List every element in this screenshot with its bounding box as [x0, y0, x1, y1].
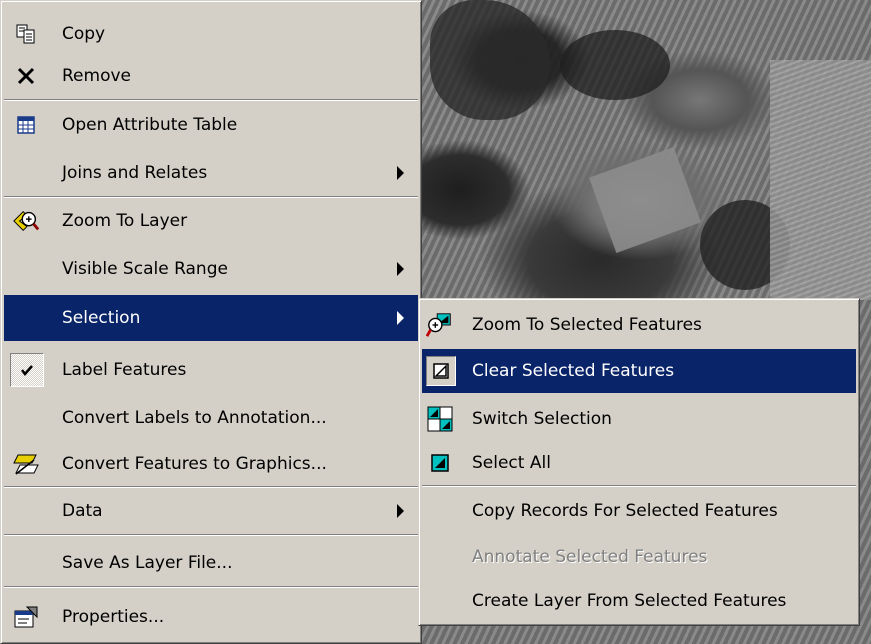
zoom-to-layer-icon — [12, 207, 40, 235]
menu-item-remove[interactable]: Remove — [4, 52, 418, 100]
menu-item-label: Zoom To Selected Features — [472, 315, 702, 335]
menu-item-label: Switch Selection — [472, 409, 612, 429]
menu-item-properties[interactable]: Properties... — [4, 593, 418, 641]
menu-item-label: Open Attribute Table — [62, 115, 238, 135]
clear-selection-icon — [426, 356, 456, 386]
menu-item-label-features[interactable]: Label Features — [4, 346, 418, 394]
selection-submenu: Zoom To Selected Features Clear Selected… — [418, 298, 860, 626]
select-all-icon — [426, 449, 454, 477]
menu-item-open-attribute-table[interactable]: Open Attribute Table — [4, 101, 418, 149]
tree-cluster — [430, 0, 550, 120]
menu-item-save-as-layer-file[interactable]: Save As Layer File... — [4, 539, 418, 587]
menu-item-label: Visible Scale Range — [62, 259, 228, 279]
menu-item-label: Save As Layer File... — [62, 553, 233, 573]
menu-item-label: Copy Records For Selected Features — [472, 501, 778, 521]
menu-item-switch-selection[interactable]: Switch Selection — [422, 397, 856, 441]
menu-item-label: Properties... — [62, 607, 165, 627]
submenu-arrow-icon — [397, 262, 404, 276]
menu-item-label: Annotate Selected Features — [472, 547, 708, 567]
menu-item-annotate-selected: Annotate Selected Features — [422, 535, 856, 579]
copy-icon — [12, 20, 40, 48]
menu-item-clear-selected[interactable]: Clear Selected Features — [422, 349, 856, 393]
switch-selection-icon — [426, 405, 454, 433]
menu-item-label: Zoom To Layer — [62, 211, 188, 231]
menu-item-label: Clear Selected Features — [472, 361, 675, 381]
tree-cluster — [560, 30, 670, 100]
menu-item-label: Data — [62, 501, 103, 521]
submenu-arrow-icon — [397, 166, 404, 180]
farm-fields — [770, 60, 871, 300]
menu-item-label: Copy — [62, 24, 106, 44]
menu-item-label: Convert Labels to Annotation... — [62, 408, 327, 428]
menu-item-joins-and-relates[interactable]: Joins and Relates — [4, 149, 418, 197]
table-icon — [12, 111, 40, 139]
zoom-selected-icon — [426, 311, 454, 339]
menu-item-zoom-to-layer[interactable]: Zoom To Layer — [4, 197, 418, 245]
menu-item-selection[interactable]: Selection — [4, 295, 418, 341]
menu-item-create-layer[interactable]: Create Layer From Selected Features — [422, 579, 856, 623]
menu-item-label: Label Features — [62, 360, 187, 380]
clearing — [589, 147, 701, 253]
menu-item-label: Create Layer From Selected Features — [472, 591, 787, 611]
menu-separator — [4, 534, 418, 536]
menu-item-copy[interactable]: Copy — [4, 10, 418, 58]
menu-item-label: Selection — [62, 308, 141, 328]
properties-icon — [12, 603, 40, 631]
submenu-arrow-icon — [397, 311, 404, 325]
menu-item-label: Joins and Relates — [62, 163, 208, 183]
menu-item-visible-scale-range[interactable]: Visible Scale Range — [4, 245, 418, 293]
menu-item-convert-labels[interactable]: Convert Labels to Annotation... — [4, 394, 418, 442]
menu-separator — [422, 485, 856, 487]
menu-item-data[interactable]: Data — [4, 487, 418, 535]
remove-icon — [12, 62, 40, 90]
menu-item-label: Convert Features to Graphics... — [62, 454, 327, 474]
layer-context-menu: Copy Remove Open Attribute Table Joins a… — [0, 0, 422, 644]
convert-graphics-icon — [12, 450, 40, 478]
menu-item-label: Select All — [472, 453, 551, 473]
menu-item-copy-records[interactable]: Copy Records For Selected Features — [422, 489, 856, 533]
menu-item-select-all[interactable]: Select All — [422, 441, 856, 485]
menu-separator — [4, 586, 418, 588]
checkmark-icon — [10, 353, 44, 387]
menu-item-label: Remove — [62, 66, 131, 86]
menu-item-convert-features[interactable]: Convert Features to Graphics... — [4, 440, 418, 488]
menu-item-zoom-to-selected[interactable]: Zoom To Selected Features — [422, 303, 856, 347]
submenu-arrow-icon — [397, 504, 404, 518]
